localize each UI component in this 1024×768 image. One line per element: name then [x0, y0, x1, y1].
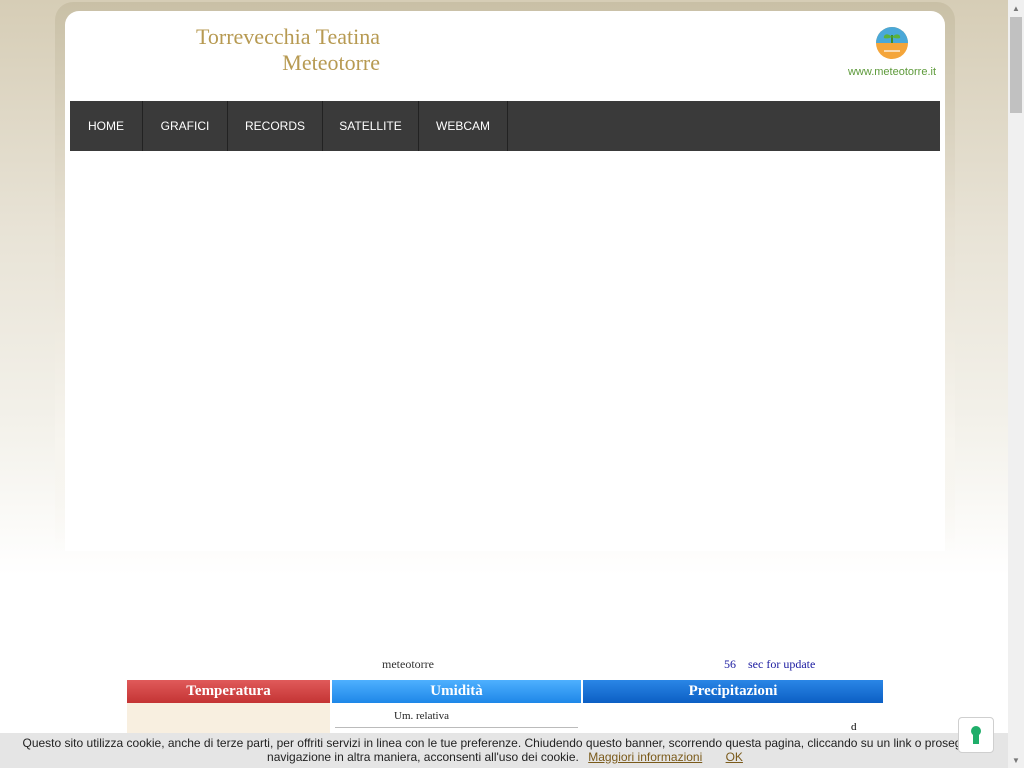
main-nav: HOME GRAFICI RECORDS SATELLITE WEBCAM: [70, 101, 940, 151]
vertical-scrollbar[interactable]: ▲ ▼: [1008, 0, 1024, 768]
humidity-divider: [335, 727, 578, 728]
site-title-line1: Torrevecchia Teatina: [195, 24, 380, 49]
content-card: [65, 11, 945, 551]
nav-item-webcam[interactable]: WEBCAM: [419, 101, 508, 151]
cookie-text-line2-wrap: navigazione in altra maniera, acconsenti…: [0, 750, 1010, 764]
cookie-banner: Questo sito utilizza cookie, anche di te…: [0, 733, 1010, 768]
site-logo[interactable]: www.meteotorre.it: [843, 26, 941, 78]
nav-item-grafici[interactable]: GRAFICI: [143, 101, 228, 151]
nav-item-home[interactable]: HOME: [70, 101, 143, 151]
logo-text: www.meteotorre.it: [847, 66, 937, 78]
precipitation-value: d: [851, 721, 857, 733]
site-title: Torrevecchia Teatina Meteotorre: [180, 24, 380, 76]
update-countdown-label: sec for update: [748, 657, 816, 671]
update-countdown: 56: [724, 657, 736, 671]
cookie-text-line2: navigazione in altra maniera, acconsenti…: [267, 750, 579, 764]
nav-item-satellite[interactable]: SATELLITE: [323, 101, 419, 151]
humidity-header: Umidità: [332, 680, 581, 703]
cookie-more-info-link[interactable]: Maggiori informazioni: [588, 750, 702, 764]
scroll-down-arrow-icon[interactable]: ▼: [1008, 752, 1024, 768]
nav-item-records[interactable]: RECORDS: [228, 101, 323, 151]
humidity-label: Um. relativa: [394, 710, 449, 722]
scroll-thumb[interactable]: [1010, 17, 1022, 113]
sprout-globe-icon: [876, 27, 908, 59]
temperature-header: Temperatura: [127, 680, 330, 703]
site-title-line2: Meteotorre: [282, 50, 380, 75]
cookie-ok-button[interactable]: OK: [726, 750, 743, 764]
keyhole-icon: [971, 726, 981, 744]
precipitation-header: Precipitazioni: [583, 680, 883, 703]
cookie-settings-button[interactable]: [958, 717, 994, 753]
cookie-text-line1: Questo sito utilizza cookie, anche di te…: [22, 736, 988, 750]
scroll-up-arrow-icon[interactable]: ▲: [1008, 0, 1024, 16]
station-brand: meteotorre: [382, 657, 434, 671]
